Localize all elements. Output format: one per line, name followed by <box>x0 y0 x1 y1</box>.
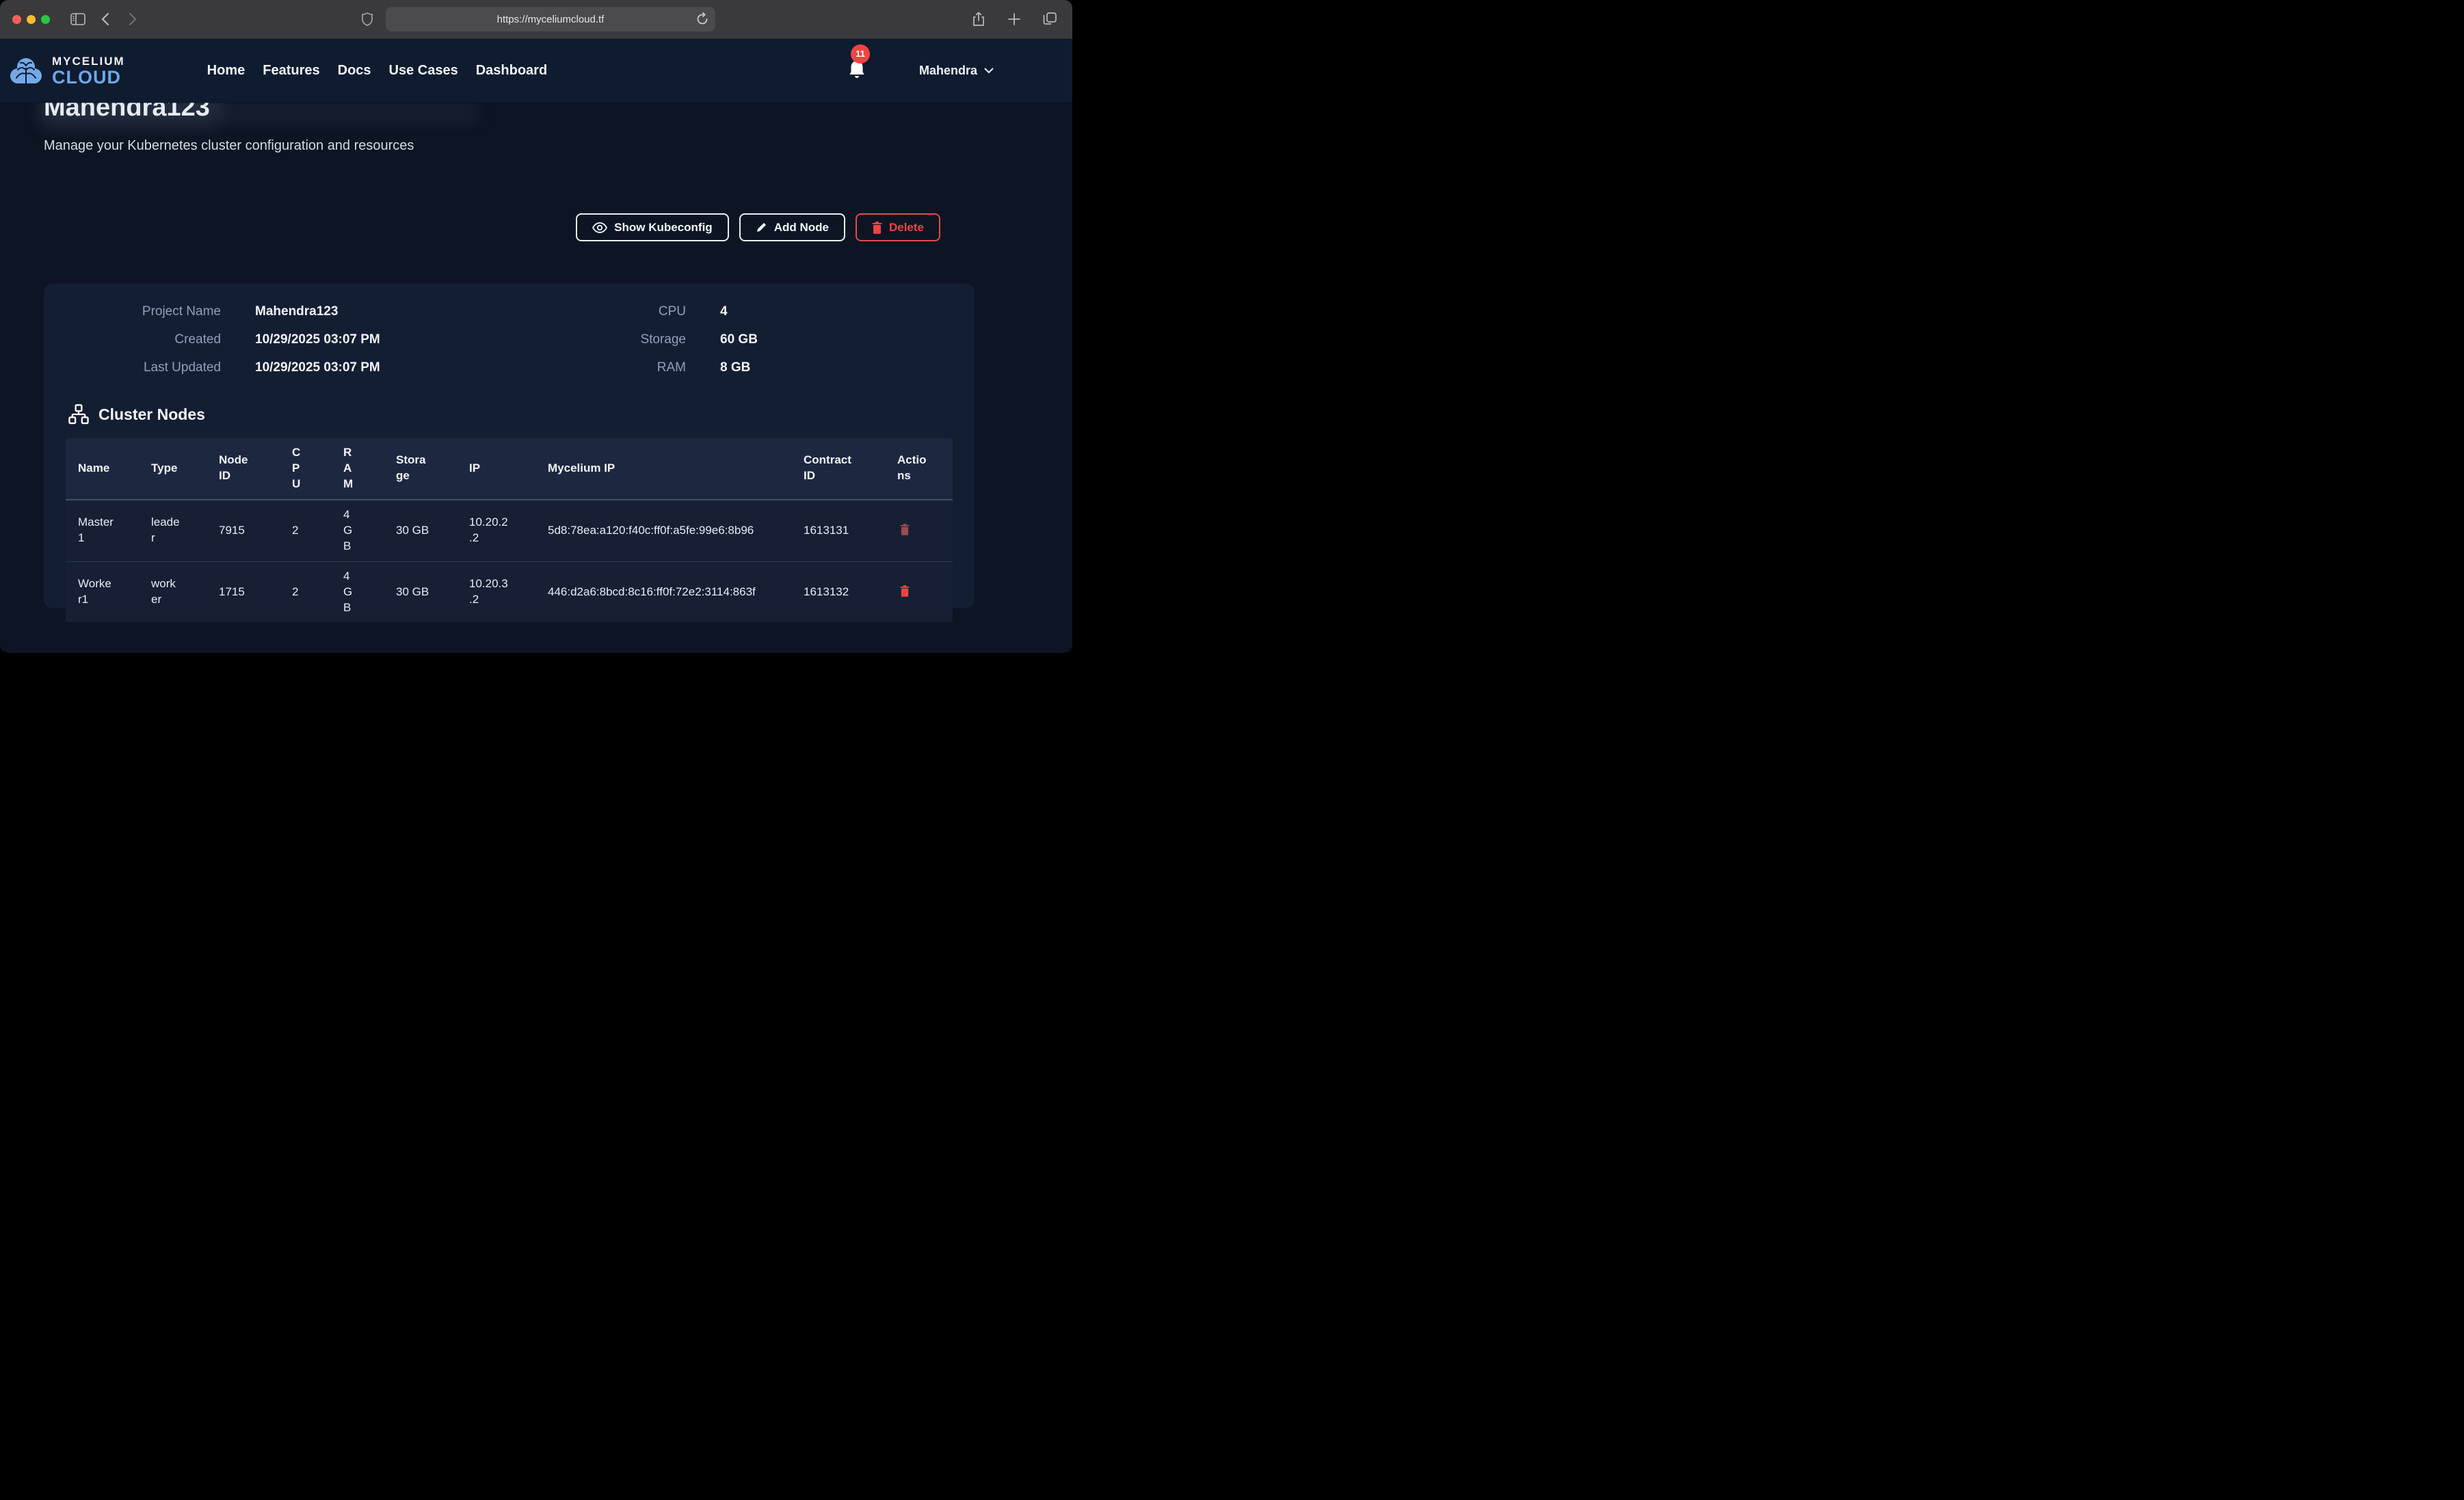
delete-node-button[interactable] <box>897 521 912 540</box>
project-name-value: Mahendra123 <box>255 304 460 319</box>
sidebar-toggle-icon[interactable] <box>68 9 88 29</box>
user-menu[interactable]: Mahendra <box>919 64 994 78</box>
page-subtitle: Manage your Kubernetes cluster configura… <box>44 138 1072 154</box>
mycelium-cloud-logo-icon <box>8 53 44 89</box>
trash-icon <box>900 524 910 535</box>
network-nodes-icon <box>68 404 89 425</box>
table-row: Master1 leader 7915 2 4 GB 30 GB 10.20.2… <box>66 500 953 562</box>
col-type: Type <box>139 438 207 499</box>
pencil-icon <box>756 222 767 233</box>
node-contract-id: 1613131 <box>791 500 885 561</box>
project-name-label: Project Name <box>66 304 221 319</box>
last-updated-label: Last Updated <box>66 360 221 375</box>
col-ram: RAM <box>331 438 384 499</box>
nav-link-dashboard[interactable]: Dashboard <box>476 63 547 79</box>
cluster-nodes-table: Name Type Node ID CPU RAM Storage IP Myc… <box>66 438 953 622</box>
eye-icon <box>592 222 607 233</box>
brand-name-bottom: CLOUD <box>52 68 125 87</box>
node-name: Worker1 <box>66 562 139 623</box>
trash-icon <box>900 585 910 597</box>
ram-label: RAM <box>494 360 686 375</box>
col-mycelium-ip: Mycelium IP <box>535 438 791 499</box>
node-mycelium-ip: 5d8:78ea:a120:f40c:ff0f:a5fe:99e6:8b96 <box>535 500 791 561</box>
traffic-lights <box>12 15 50 24</box>
back-button-icon[interactable] <box>95 9 116 29</box>
reload-icon[interactable] <box>697 12 708 28</box>
cluster-actions-toolbar: Show Kubeconfig Add Node Delete <box>44 213 975 241</box>
node-mycelium-ip: 446:d2a6:8bcd:8c16:ff0f:72e2:3114:863f <box>535 562 791 623</box>
new-tab-icon[interactable] <box>1004 9 1024 29</box>
node-ram: 4 GB <box>331 500 384 561</box>
node-storage: 30 GB <box>384 500 457 561</box>
show-kubeconfig-button[interactable]: Show Kubeconfig <box>576 213 729 241</box>
top-navbar: MYCELIUM CLOUD Home Features Docs Use Ca… <box>0 39 1072 103</box>
node-name: Master1 <box>66 500 139 561</box>
share-icon[interactable] <box>968 9 989 29</box>
tab-overview-icon[interactable] <box>1039 9 1060 29</box>
browser-chrome: https://myceliumcloud.tf <box>0 0 1072 39</box>
cpu-label: CPU <box>494 304 686 319</box>
node-type: leader <box>139 500 207 561</box>
cluster-detail-panel: Project Name Mahendra123 CPU 4 Created 1… <box>44 284 975 608</box>
table-header-row: Name Type Node ID CPU RAM Storage IP Myc… <box>66 438 953 500</box>
col-ip: IP <box>457 438 535 499</box>
delete-label: Delete <box>889 221 924 235</box>
node-ram: 4 GB <box>331 562 384 623</box>
cpu-value: 4 <box>720 304 953 319</box>
col-name: Name <box>66 438 139 499</box>
storage-label: Storage <box>494 332 686 347</box>
node-cpu: 2 <box>280 500 331 561</box>
nav-link-docs[interactable]: Docs <box>338 63 371 79</box>
page-content: Mahendra123 Manage your Kubernetes clust… <box>0 103 1072 653</box>
brand-name-top: MYCELIUM <box>52 55 125 67</box>
blur-artifact-2 <box>219 101 479 124</box>
node-id: 1715 <box>207 562 280 623</box>
node-cpu: 2 <box>280 562 331 623</box>
delete-node-button[interactable] <box>897 582 912 602</box>
node-storage: 30 GB <box>384 562 457 623</box>
col-actions: Actions <box>885 438 953 499</box>
url-text: https://myceliumcloud.tf <box>497 14 605 25</box>
minimize-window-button[interactable] <box>27 15 36 24</box>
brand-logo[interactable]: MYCELIUM CLOUD <box>8 53 125 89</box>
add-node-label: Add Node <box>774 221 829 235</box>
show-kubeconfig-label: Show Kubeconfig <box>614 221 713 235</box>
nav-link-home[interactable]: Home <box>207 63 246 79</box>
ram-value: 8 GB <box>720 360 953 375</box>
address-bar[interactable]: https://myceliumcloud.tf <box>386 7 715 31</box>
delete-cluster-button[interactable]: Delete <box>856 213 940 241</box>
node-ip: 10.20.3.2 <box>457 562 535 623</box>
trash-icon <box>872 222 882 234</box>
table-row: Worker1 worker 1715 2 4 GB 30 GB 10.20.3… <box>66 562 953 623</box>
node-id: 7915 <box>207 500 280 561</box>
nav-link-use-cases[interactable]: Use Cases <box>389 63 458 79</box>
created-value: 10/29/2025 03:07 PM <box>255 332 460 347</box>
storage-value: 60 GB <box>720 332 953 347</box>
forward-button-icon[interactable] <box>122 9 143 29</box>
project-info: Project Name Mahendra123 CPU 4 Created 1… <box>66 304 953 375</box>
nav-links: Home Features Docs Use Cases Dashboard <box>207 63 548 79</box>
username: Mahendra <box>919 64 977 78</box>
col-storage: Storage <box>384 438 457 499</box>
created-label: Created <box>66 332 221 347</box>
notifications-button[interactable]: 11 <box>848 59 869 83</box>
node-contract-id: 1613132 <box>791 562 885 623</box>
privacy-shield-icon[interactable] <box>357 9 377 29</box>
zoom-window-button[interactable] <box>41 15 50 24</box>
nav-link-features[interactable]: Features <box>263 63 319 79</box>
notification-count-badge: 11 <box>851 44 870 64</box>
col-node-id: Node ID <box>207 438 280 499</box>
chevron-down-icon <box>984 68 994 74</box>
browser-window: https://myceliumcloud.tf <box>0 0 1072 653</box>
last-updated-value: 10/29/2025 03:07 PM <box>255 360 460 375</box>
add-node-button[interactable]: Add Node <box>739 213 845 241</box>
node-ip: 10.20.2.2 <box>457 500 535 561</box>
cluster-nodes-title: Cluster Nodes <box>98 405 205 424</box>
node-type: worker <box>139 562 207 623</box>
col-contract-id: Contract ID <box>791 438 885 499</box>
close-window-button[interactable] <box>12 15 21 24</box>
col-cpu: CPU <box>280 438 331 499</box>
